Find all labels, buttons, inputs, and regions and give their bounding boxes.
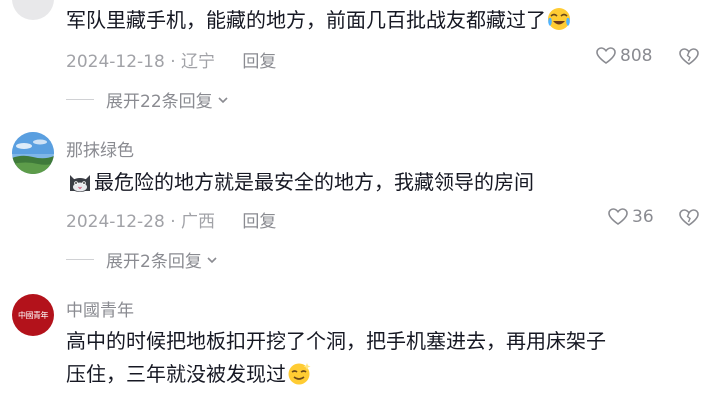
reply-button[interactable]: 回复 (242, 212, 276, 232)
broken-heart-icon (679, 209, 699, 226)
comment-text-line: 高中的时候把地板扣开挖了个洞，把手机塞进去，再用床架子 (66, 329, 606, 353)
chevron-down-icon (207, 256, 217, 263)
sly-smile-emoji (286, 361, 312, 395)
comment-date: 2024-12-28 (66, 212, 165, 232)
heart-icon (608, 208, 628, 225)
divider-line (66, 259, 94, 260)
like-count: 36 (632, 207, 654, 227)
laugh-cry-emoji (546, 7, 572, 41)
comment-meta: 2024-12-28 · 广西 回复 (66, 207, 276, 232)
broken-heart-icon (679, 48, 699, 65)
expand-replies-button[interactable]: 展开2条回复 (66, 247, 219, 272)
like-count: 808 (620, 46, 653, 66)
avatar-logo-text: 中國青年 (18, 310, 49, 320)
avatar[interactable] (12, 132, 54, 174)
comment-text: 军队里藏手机，能藏的地方，前面几百批战友都藏过了 (66, 4, 696, 41)
expand-replies-button[interactable]: 展开22条回复 (66, 87, 230, 112)
meta-separator: · (170, 212, 176, 232)
comment-location: 辽宁 (181, 52, 216, 72)
reply-button[interactable]: 回复 (242, 52, 276, 72)
heart-icon (596, 47, 616, 64)
dislike-button[interactable] (679, 209, 699, 231)
meta-separator: · (170, 52, 176, 72)
comment-location: 广西 (181, 212, 216, 232)
comment-date: 2024-12-18 (66, 52, 165, 72)
comment-meta: 2024-12-18 · 辽宁 回复 (66, 47, 276, 72)
expand-label: 展开2条回复 (106, 252, 202, 272)
comment-text: 高中的时候把地板扣开挖了个洞，把手机塞进去，再用床架子 压住，三年就没被发现过 (66, 325, 696, 395)
divider-line (66, 99, 94, 100)
avatar[interactable] (12, 0, 54, 20)
username[interactable]: 那抹绿色 (66, 136, 134, 161)
chevron-down-icon (218, 96, 228, 103)
username[interactable]: 中國青年 (66, 296, 134, 321)
like-button[interactable]: 36 (608, 207, 654, 227)
dislike-button[interactable] (679, 48, 699, 70)
expand-label: 展开22条回复 (106, 92, 213, 112)
like-button[interactable]: 808 (596, 46, 652, 66)
avatar[interactable]: 中國青年 (12, 294, 54, 336)
cat-emoji (66, 169, 94, 203)
comment-text-line: 压住，三年就没被发现过 (66, 358, 696, 395)
comment-text: 最危险的地方就是最安全的地方，我藏领导的房间 (66, 166, 696, 203)
